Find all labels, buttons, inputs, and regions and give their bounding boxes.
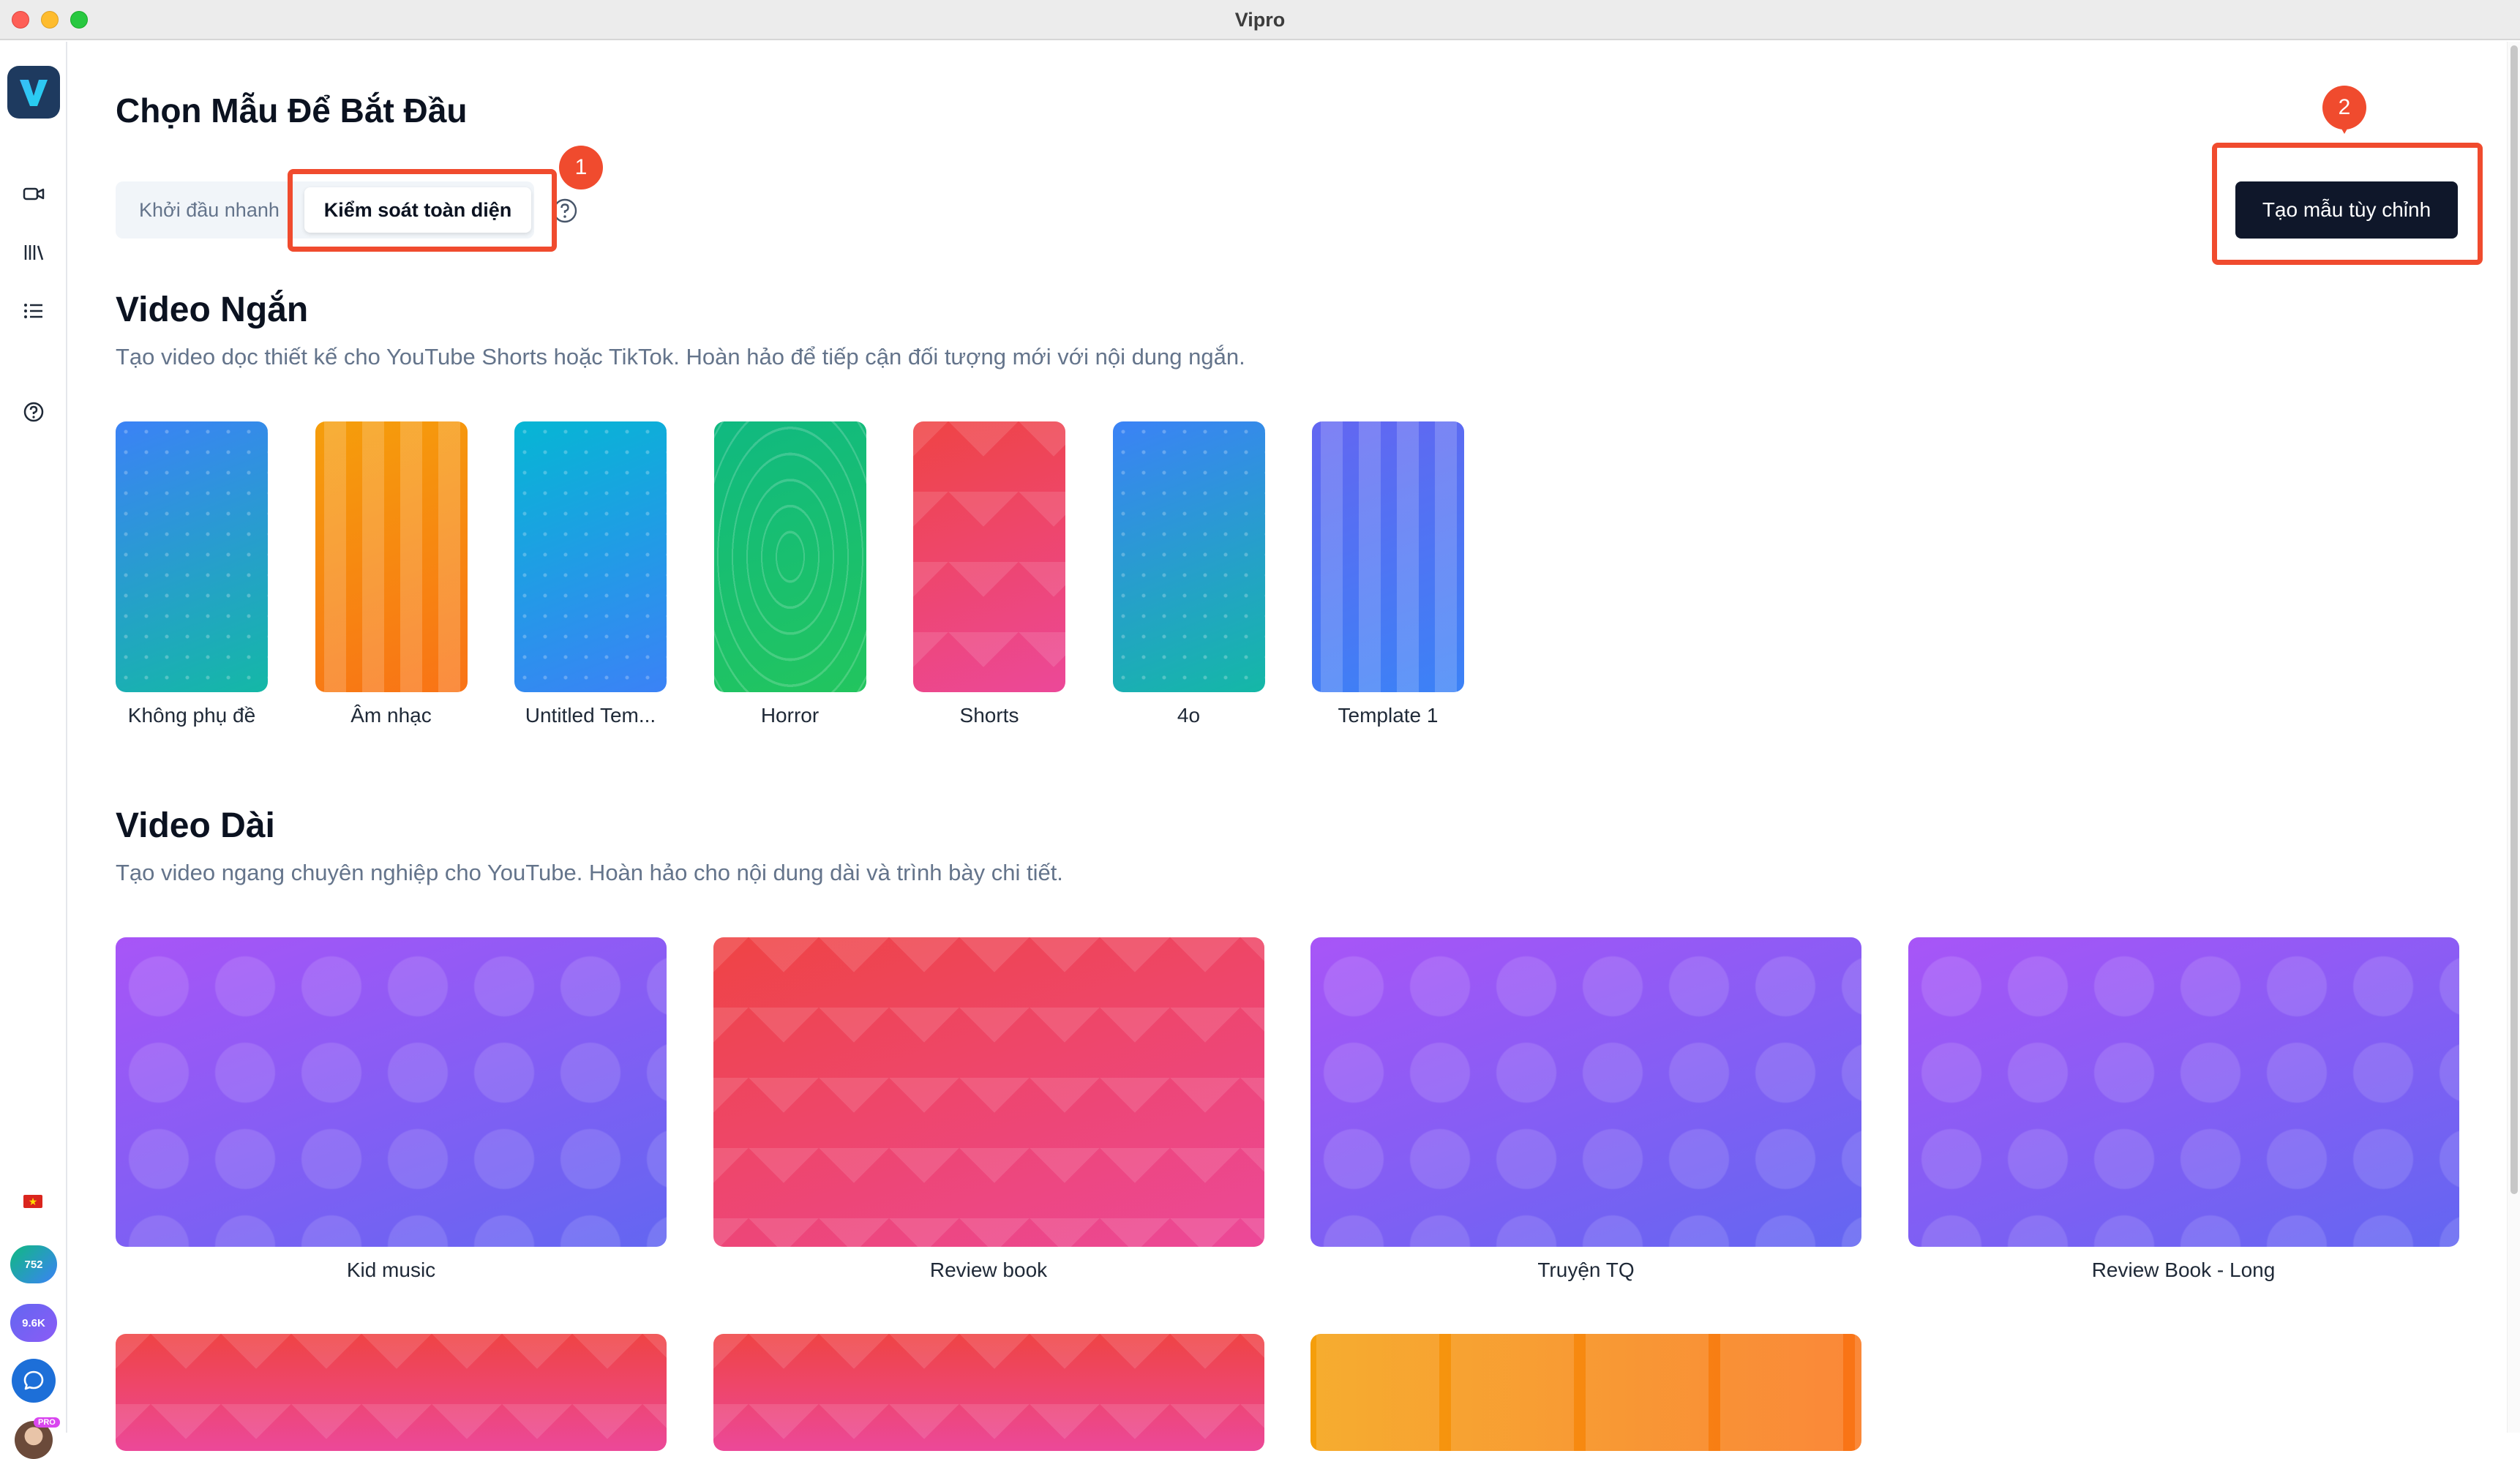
- annotation-marker: 2: [2322, 86, 2366, 134]
- short-template-card[interactable]: [514, 421, 667, 692]
- long-template-label: Review book: [929, 1259, 1048, 1281]
- template-card-thumbnail[interactable]: [116, 1334, 667, 1451]
- long-template-label: Kid music: [346, 1259, 436, 1281]
- scrollbar-thumb[interactable]: [2510, 45, 2518, 1194]
- create-custom-template-button[interactable]: Tạo mẫu tùy chỉnh: [2235, 181, 2458, 239]
- sidebar: ★ 752 9.6K PRO: [0, 42, 67, 1459]
- list-icon[interactable]: [19, 296, 48, 326]
- library-icon[interactable]: [19, 238, 48, 267]
- credit-badge[interactable]: 752: [10, 1245, 57, 1283]
- long-video-section-title: Video Dài: [116, 806, 275, 845]
- template-pattern: [1112, 421, 1265, 692]
- long-template-label: Review Book - Long: [2091, 1259, 2276, 1281]
- annotation-highlight: [288, 169, 557, 252]
- template-card-thumbnail[interactable]: [1310, 1334, 1861, 1451]
- page-title: Chọn Mẫu Để Bắt Đầu: [116, 91, 468, 130]
- credit-badge[interactable]: 9.6K: [10, 1304, 57, 1342]
- long-template-card[interactable]: [116, 937, 667, 1247]
- annotation-marker: 1: [559, 146, 603, 190]
- template-pattern: [514, 421, 667, 692]
- help-icon[interactable]: [19, 397, 48, 427]
- short-template-card[interactable]: [913, 421, 1065, 692]
- video-camera-icon[interactable]: [19, 179, 48, 209]
- template-pattern: [713, 421, 866, 692]
- short-template-label: 4o: [1177, 704, 1201, 727]
- template-pattern: [315, 421, 468, 692]
- short-template-label: Untitled Tem...: [525, 704, 656, 727]
- short-template-card[interactable]: [1312, 421, 1464, 692]
- app-logo-icon[interactable]: [7, 66, 60, 119]
- template-pattern: [116, 421, 268, 692]
- template-pattern: [1310, 937, 1861, 1247]
- template-pattern: [1312, 421, 1464, 692]
- long-template-card[interactable]: [713, 937, 1264, 1247]
- short-template-label: Template 1: [1338, 704, 1439, 727]
- short-template-label: Không phụ đề: [127, 704, 256, 727]
- pro-badge: PRO: [34, 1417, 60, 1428]
- short-video-section-description: Tạo video dọc thiết kế cho YouTube Short…: [116, 344, 1245, 370]
- long-template-label: Truyện TQ: [1537, 1259, 1635, 1281]
- template-card-thumbnail[interactable]: [713, 1334, 1264, 1451]
- long-template-card[interactable]: [1310, 937, 1861, 1247]
- template-pattern: [116, 937, 667, 1247]
- short-template-label: Horror: [760, 704, 820, 727]
- template-pattern: [1908, 937, 2459, 1247]
- short-template-label: Shorts: [959, 704, 1019, 727]
- template-pattern: [713, 937, 1264, 1247]
- short-template-card[interactable]: [315, 421, 468, 692]
- chat-icon[interactable]: [12, 1359, 56, 1403]
- short-video-section-title: Video Ngắn: [116, 290, 309, 329]
- template-pattern: [913, 421, 1065, 692]
- short-template-card[interactable]: [713, 421, 866, 692]
- window-titlebar: Vipro: [0, 0, 2520, 40]
- long-video-section-description: Tạo video ngang chuyên nghiệp cho YouTub…: [116, 860, 1063, 885]
- short-template-card[interactable]: [1112, 421, 1265, 692]
- long-template-card[interactable]: [1908, 937, 2459, 1247]
- short-template-card[interactable]: [116, 421, 268, 692]
- window-title: Vipro: [1234, 9, 1286, 31]
- vietnam-flag-icon[interactable]: ★: [23, 1195, 42, 1208]
- short-template-label: Âm nhạc: [350, 704, 432, 727]
- tab-quick-start[interactable]: Khởi đầu nhanh: [139, 187, 280, 233]
